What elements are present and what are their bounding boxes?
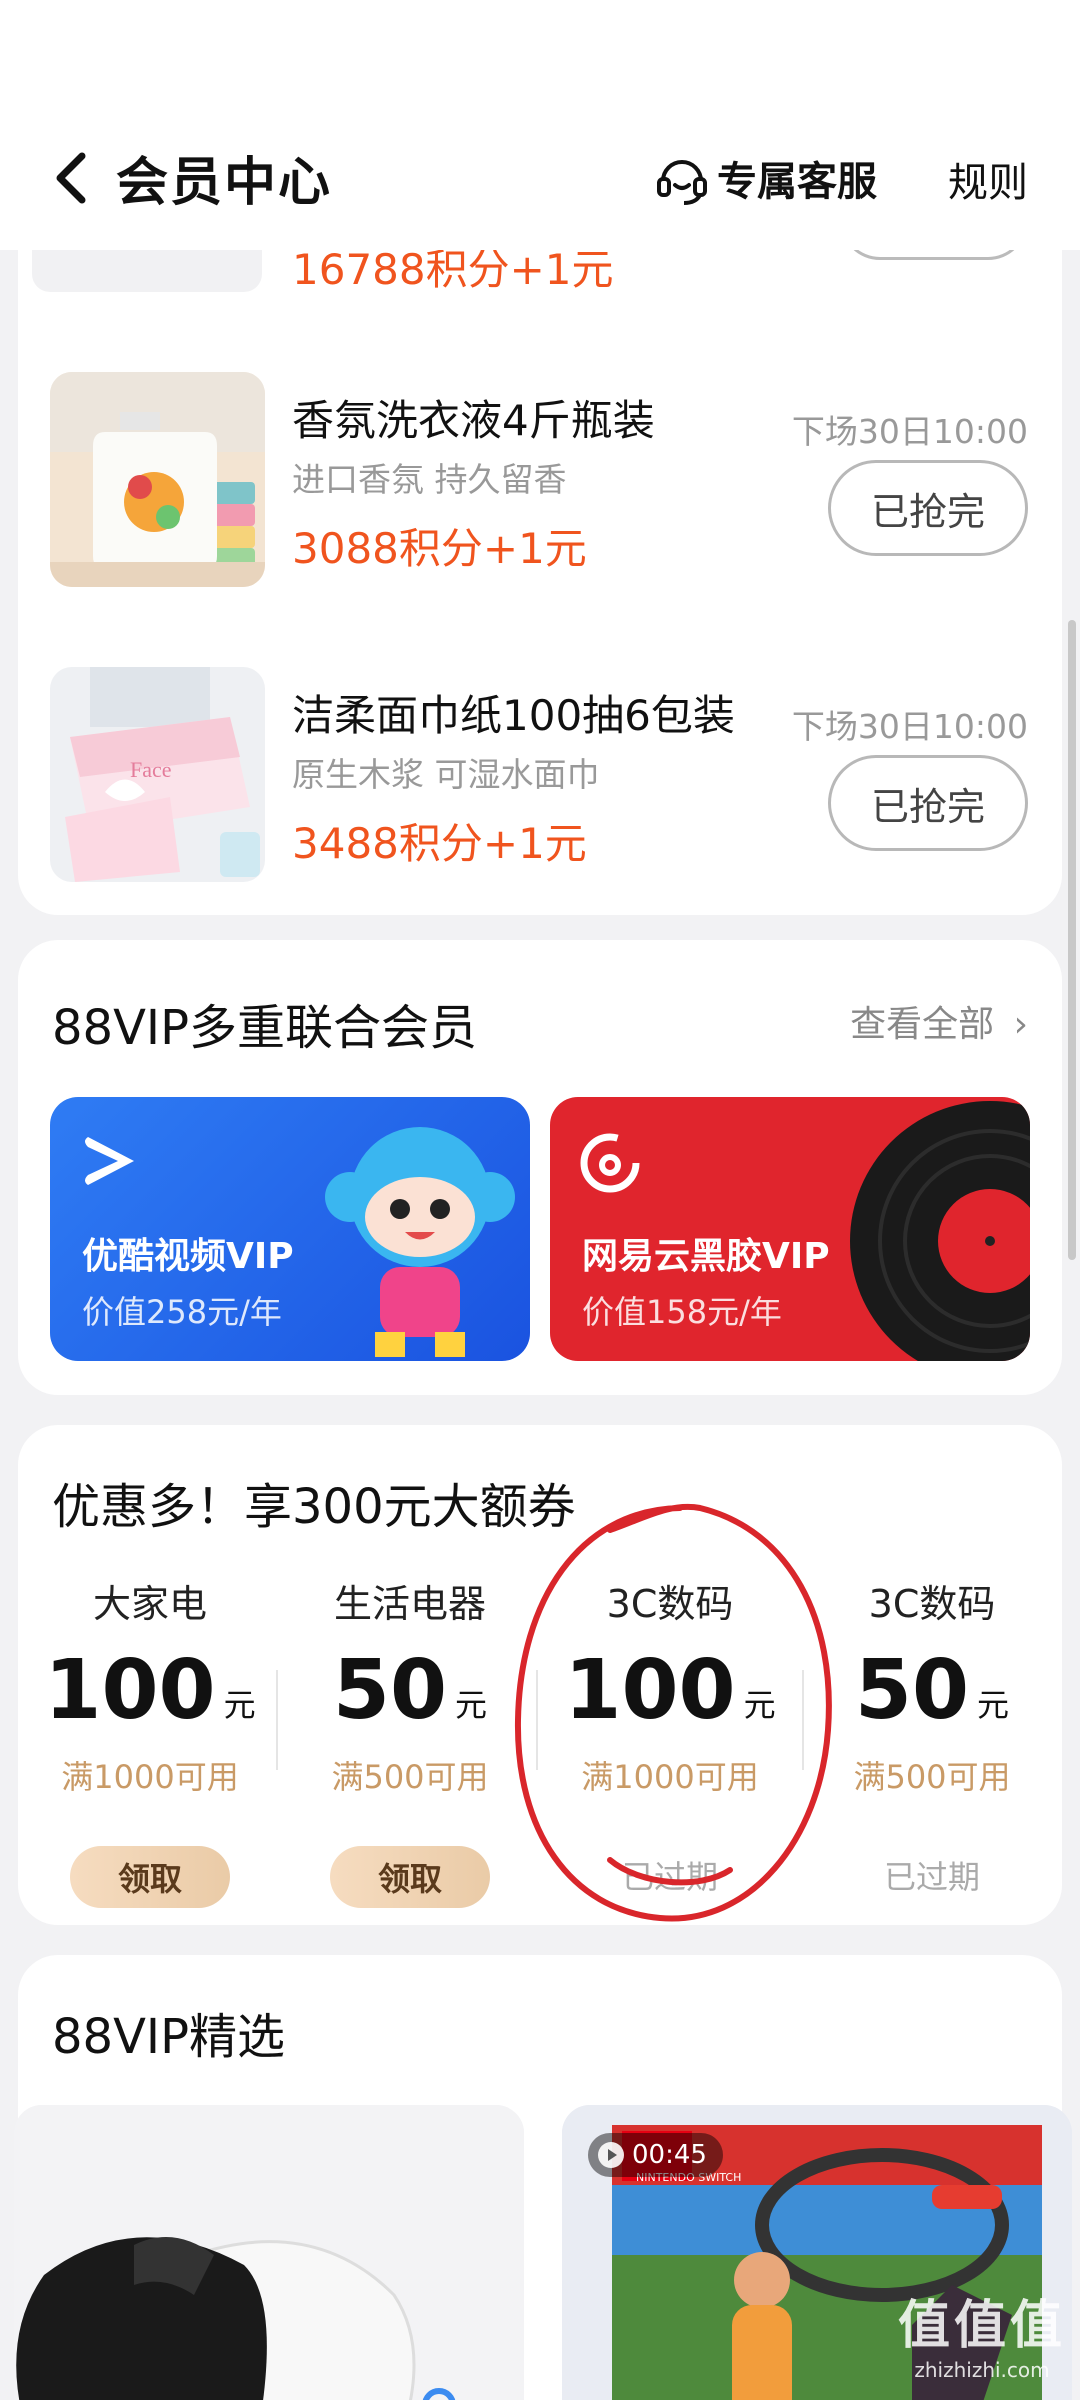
vinyl-record-icon [850,1101,1030,1361]
coupon-condition: 满1000可用 [581,1758,759,1796]
vip-section-title: 88VIP多重联合会员 [52,1000,478,1056]
selection-section-title: 88VIP精选 [52,2009,286,2065]
app-header: 会员中心 专属客服 规则 [0,0,1080,250]
coupon-unit: 元 [977,1686,1010,1724]
vip-membership-card: 88VIP多重联合会员 查看全部 › 优酷视频VIP 价值258元/年 网易云黑… [18,940,1062,1395]
coupon-section-title: 优惠多！享300元大额券 [52,1479,576,1535]
coupon-amount: 100 [44,1643,216,1738]
svg-text:Face: Face [130,757,172,782]
coupon-amount: 50 [854,1643,970,1738]
customer-service-label: 专属客服 [717,159,877,205]
coupon-expired-status: 已过期 [621,1858,718,1896]
coupon-unit: 元 [455,1686,488,1724]
tissue-pack-image: Face [50,667,265,882]
video-duration-badge: 00:45 [588,2133,723,2177]
coupon-divider [536,1670,538,1770]
chevron-right-icon: › [1013,1004,1028,1045]
coupon-amount: 50 [332,1643,448,1738]
product-item[interactable]: 香氛洗衣液4斤瓶装 进口香氛 持久留香 3088积分+1元 下场30日10:00… [0,355,1080,595]
product-item[interactable]: Face 洁柔面巾纸100抽6包装 原生木浆 可湿水面巾 3488积分+1元 下… [0,650,1080,890]
partial-product-image [32,250,262,292]
product-subtitle: 进口香氛 持久留香 [292,460,567,499]
customer-service-button[interactable]: 专属客服 [655,146,877,210]
coupon-category: 3C数码 [868,1582,996,1626]
claim-coupon-button[interactable]: 领取 [330,1846,490,1908]
product-subtitle: 原生木浆 可湿水面巾 [292,755,600,794]
coupon-category: 3C数码 [606,1582,734,1626]
product-price: 3488积分+1元 [292,819,587,868]
product-name: 洁柔面巾纸100抽6包装 [292,691,735,740]
headset-icon [657,160,707,205]
youku-vip-tile[interactable]: 优酷视频VIP 价值258元/年 [50,1097,530,1361]
gaming-mouse-image [14,2105,524,2400]
video-duration: 00:45 [632,2140,707,2170]
claim-coupon-button[interactable]: 领取 [70,1846,230,1908]
coupon-item: 3C数码 50 元 满500可用 已过期 [812,1573,1052,1914]
coupon-condition: 满1000可用 [61,1758,239,1796]
coupon-amount: 100 [564,1643,736,1738]
play-icon [598,2142,624,2168]
coupon-item: 3C数码 100 元 满1000可用 已过期 [550,1573,790,1914]
coupon-unit: 元 [223,1686,256,1724]
watermark-url: zhizhizhi.com [914,2358,1050,2382]
watermark: 值值值 zhizhizhi.com [898,2283,1066,2382]
tile-value: 价值258元/年 [82,1293,282,1331]
next-session-time: 下场30日10:00 [791,412,1028,451]
coupon-card: 优惠多！享300元大额券 大家电 100 元 满1000可用 领取 生活电器 5… [18,1425,1062,1925]
coupon-item: 生活电器 50 元 满500可用 领取 [290,1573,530,1908]
coupon-category: 生活电器 [333,1582,486,1626]
coupon-category: 大家电 [92,1582,207,1626]
coupon-divider [802,1670,804,1770]
product-name: 香氛洗衣液4斤瓶装 [292,396,655,445]
laundry-detergent-image [50,372,265,587]
coupon-item: 大家电 100 元 满1000可用 领取 [30,1573,270,1908]
view-all-label: 查看全部 [850,1004,995,1045]
back-arrow-icon[interactable] [48,148,92,208]
product-price: 3088积分+1元 [292,524,587,573]
scrollbar[interactable] [1068,620,1076,1260]
watermark-text: 值值值 [897,2296,1066,2356]
product-tile-mouse[interactable] [14,2105,524,2400]
tile-name: 优酷视频VIP [82,1236,294,1277]
coupon-condition: 满500可用 [853,1758,1011,1796]
monkey-mascot-icon [325,1127,515,1357]
coupon-condition: 满500可用 [331,1758,489,1796]
youku-logo-icon [85,1137,134,1185]
netease-music-logo-icon [580,1133,640,1193]
tile-name: 网易云黑胶VIP [582,1236,830,1277]
next-session-time: 下场30日10:00 [791,707,1028,746]
coupon-expired-status: 已过期 [883,1858,980,1896]
sold-out-button[interactable]: 已抢完 [828,460,1028,556]
coupon-divider [276,1670,278,1770]
tile-value: 价值158元/年 [582,1293,782,1331]
page-title: 会员中心 [116,153,333,213]
view-all-link[interactable]: 查看全部 › [850,995,1028,1047]
netease-vip-tile[interactable]: 网易云黑胶VIP 价值158元/年 [550,1097,1030,1361]
coupon-unit: 元 [743,1686,776,1724]
rules-link[interactable]: 规则 [948,150,1028,208]
page-scroll[interactable]: 16788积分+1元 香氛洗衣液4斤瓶装 进口香氛 持久留香 3088积分+1元… [0,0,1080,2400]
sold-out-button[interactable]: 已抢完 [828,755,1028,851]
